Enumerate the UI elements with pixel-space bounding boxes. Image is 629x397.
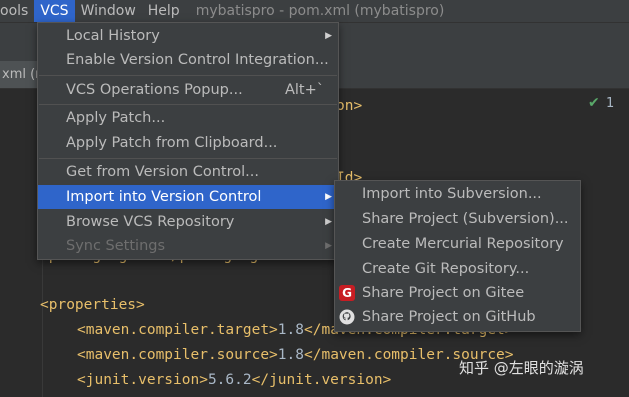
menu-help[interactable]: Help <box>142 0 186 22</box>
menu-window[interactable]: Window <box>75 0 142 22</box>
tag-open: <maven.compiler.source> <box>77 347 278 363</box>
menu-separator <box>39 75 337 76</box>
menu-item-browse-vcs[interactable]: Browse VCS Repository ▶ <box>38 210 338 234</box>
menu-item-sync-settings[interactable]: Sync Settings ▶ <box>38 234 338 258</box>
menu-item-apply-patch[interactable]: Apply Patch... <box>38 106 338 130</box>
menu-tools[interactable]: ools <box>0 0 34 22</box>
tag-open: <junit.version> <box>77 372 208 388</box>
menu-item-import-vc[interactable]: Import into Version Control ▶ <box>38 185 338 209</box>
menu-separator <box>39 104 337 105</box>
menu-item-get-from-vc[interactable]: Get from Version Control... <box>38 160 338 184</box>
tag-close: </junit.version> <box>251 372 392 388</box>
menu-vcs[interactable]: VCS <box>34 0 75 22</box>
chevron-right-icon: ▶ <box>325 217 332 227</box>
chevron-right-icon: ▶ <box>325 192 332 202</box>
inspection-count: 1 <box>606 96 615 111</box>
watermark-text: 知乎 @左眼的漩涡 <box>459 359 584 377</box>
chevron-right-icon: ▶ <box>325 241 332 251</box>
menu-bar: ools VCS Window Help mybatispro - pom.xm… <box>0 0 629 22</box>
tab-pom-xml[interactable]: xml (m <box>0 61 42 88</box>
code-line-1: on> <box>336 98 363 114</box>
check-icon: ✔ <box>588 95 600 111</box>
menu-item-local-history[interactable]: Local History ▶ <box>38 24 338 48</box>
chevron-right-icon: ▶ <box>325 31 332 41</box>
code-line-junit: <junit.version>5.6.2</junit.version> <box>77 372 391 388</box>
tag-value: 1.8 <box>277 322 304 338</box>
window-title: mybatispro - pom.xml (mybatispro) <box>195 3 445 19</box>
code-line-properties: <properties> <box>40 297 145 313</box>
import-submenu: Import into Subversion... Share Project … <box>334 180 581 332</box>
menu-item-share-gitee[interactable]: G Share Project on Gitee <box>335 281 580 305</box>
shortcut-label: Alt+` <box>284 82 324 98</box>
tag-value: 5.6.2 <box>207 372 252 388</box>
menu-item-vcs-popup[interactable]: VCS Operations Popup... Alt+` <box>38 78 338 102</box>
vcs-menu: Local History ▶ Enable Version Control In… <box>37 22 339 260</box>
menu-item-share-svn[interactable]: Share Project (Subversion)... <box>335 207 580 231</box>
code-line-source: <maven.compiler.source>1.8</maven.compil… <box>77 347 514 363</box>
menu-item-enable-vc[interactable]: Enable Version Control Integration... <box>38 48 338 72</box>
menu-item-create-hg[interactable]: Create Mercurial Repository <box>335 232 580 256</box>
menu-item-apply-patch-clipboard[interactable]: Apply Patch from Clipboard... <box>38 131 338 155</box>
menu-item-share-github[interactable]: Share Project on GitHub <box>335 305 580 329</box>
menu-item-import-svn[interactable]: Import into Subversion... <box>335 182 580 206</box>
tag-open: <maven.compiler.target> <box>77 322 278 338</box>
menu-separator <box>39 158 337 159</box>
tag-value: 1.8 <box>277 347 304 363</box>
gitee-icon: G <box>339 285 355 301</box>
github-icon <box>339 309 355 325</box>
menu-item-create-git[interactable]: Create Git Repository... <box>335 257 580 281</box>
